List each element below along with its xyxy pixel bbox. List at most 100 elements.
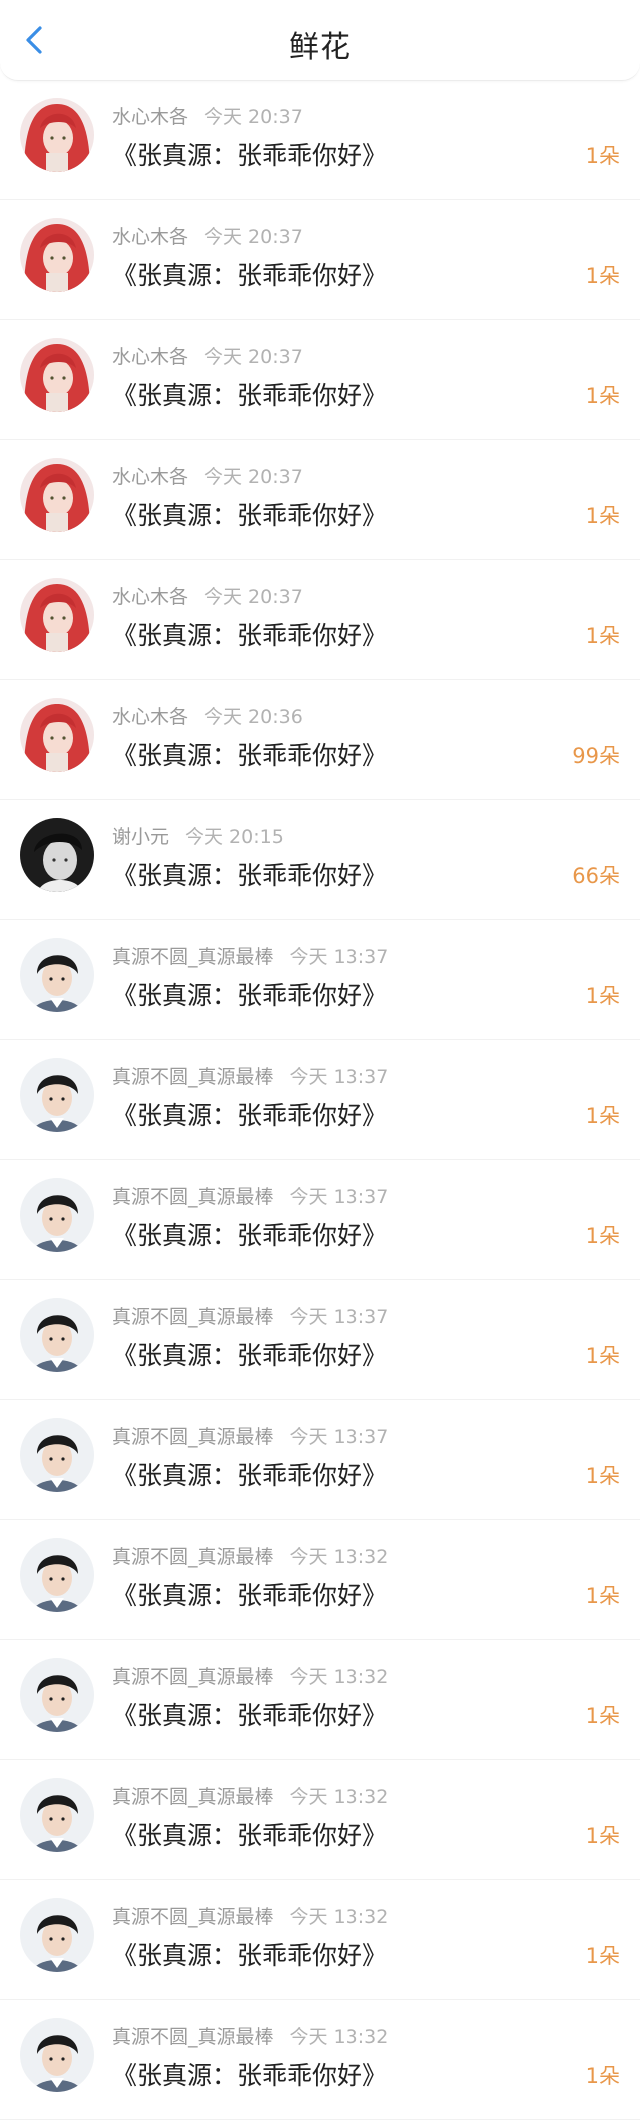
message-text: 《张真源：张乖乖你好》: [112, 1821, 388, 1850]
list-item[interactable]: 真源不圆_真源最棒 今天 13:37 《张真源：张乖乖你好》 1朵: [0, 1040, 640, 1160]
sender-meta: 真源不圆_真源最棒 今天 13:32: [112, 2022, 388, 2049]
list-item[interactable]: 真源不圆_真源最棒 今天 13:37 《张真源：张乖乖你好》 1朵: [0, 920, 640, 1040]
avatar[interactable]: [20, 218, 94, 292]
list-item[interactable]: 真源不圆_真源最棒 今天 13:32 《张真源：张乖乖你好》 1朵: [0, 1640, 640, 1760]
avatar[interactable]: [20, 338, 94, 412]
sender-name[interactable]: 水心木各: [112, 586, 188, 608]
sender-name[interactable]: 真源不圆_真源最棒: [112, 1546, 274, 1568]
timestamp: 今天 13:32: [289, 1546, 389, 1568]
flower-count: 1朵: [585, 1944, 620, 1968]
sender-name[interactable]: 水心木各: [112, 346, 188, 368]
flower-count: 1朵: [585, 1224, 620, 1248]
sender-meta: 水心木各 今天 20:37: [112, 462, 303, 489]
timestamp: 今天 13:32: [289, 1666, 389, 1688]
flower-count: 1朵: [585, 624, 620, 648]
list-item[interactable]: 水心木各 今天 20:37 《张真源：张乖乖你好》 1朵: [0, 440, 640, 560]
avatar[interactable]: [20, 1298, 94, 1372]
sender-meta: 水心木各 今天 20:37: [112, 222, 303, 249]
avatar[interactable]: [20, 458, 94, 532]
flower-count: 1朵: [585, 1704, 620, 1728]
avatar[interactable]: [20, 1538, 94, 1612]
sender-name[interactable]: 真源不圆_真源最棒: [112, 2026, 274, 2048]
message-text: 《张真源：张乖乖你好》: [112, 1581, 388, 1610]
list-item[interactable]: 真源不圆_真源最棒 今天 13:32 《张真源：张乖乖你好》 1朵: [0, 2000, 640, 2120]
message-text: 《张真源：张乖乖你好》: [112, 1701, 388, 1730]
timestamp: 今天 13:37: [289, 1186, 389, 1208]
sender-meta: 真源不圆_真源最棒 今天 13:37: [112, 1182, 388, 1209]
avatar[interactable]: [20, 938, 94, 1012]
sender-name[interactable]: 真源不圆_真源最棒: [112, 1306, 274, 1328]
avatar[interactable]: [20, 818, 94, 892]
flower-count: 1朵: [585, 1104, 620, 1128]
sender-name[interactable]: 水心木各: [112, 226, 188, 248]
timestamp: 今天 20:36: [204, 706, 303, 728]
avatar[interactable]: [20, 1658, 94, 1732]
timestamp: 今天 20:37: [204, 106, 303, 128]
message-text: 《张真源：张乖乖你好》: [112, 741, 388, 770]
message-text: 《张真源：张乖乖你好》: [112, 1341, 388, 1370]
list-item[interactable]: 水心木各 今天 20:37 《张真源：张乖乖你好》 1朵: [0, 560, 640, 680]
list-item[interactable]: 真源不圆_真源最棒 今天 13:32 《张真源：张乖乖你好》 1朵: [0, 1760, 640, 1880]
avatar[interactable]: [20, 578, 94, 652]
sender-name[interactable]: 真源不圆_真源最棒: [112, 1906, 274, 1928]
timestamp: 今天 13:37: [289, 1066, 389, 1088]
flower-count: 1朵: [585, 984, 620, 1008]
message-text: 《张真源：张乖乖你好》: [112, 261, 388, 290]
timestamp: 今天 13:32: [289, 2026, 389, 2048]
avatar[interactable]: [20, 2018, 94, 2092]
flower-count: 1朵: [585, 264, 620, 288]
flower-gift-list: 水心木各 今天 20:37 《张真源：张乖乖你好》 1朵 水心木各 今天 20:37 《张真…: [0, 80, 640, 2120]
list-item[interactable]: 谢小元 今天 20:15 《张真源：张乖乖你好》 66朵: [0, 800, 640, 920]
list-item[interactable]: 真源不圆_真源最棒 今天 13:32 《张真源：张乖乖你好》 1朵: [0, 1520, 640, 1640]
list-item[interactable]: 真源不圆_真源最棒 今天 13:37 《张真源：张乖乖你好》 1朵: [0, 1280, 640, 1400]
list-item[interactable]: 水心木各 今天 20:37 《张真源：张乖乖你好》 1朵: [0, 200, 640, 320]
sender-name[interactable]: 真源不圆_真源最棒: [112, 1666, 274, 1688]
sender-name[interactable]: 谢小元: [112, 826, 169, 848]
sender-meta: 真源不圆_真源最棒 今天 13:32: [112, 1782, 388, 1809]
message-text: 《张真源：张乖乖你好》: [112, 1101, 388, 1130]
sender-name[interactable]: 水心木各: [112, 106, 188, 128]
avatar[interactable]: [20, 698, 94, 772]
message-text: 《张真源：张乖乖你好》: [112, 1221, 388, 1250]
sender-name[interactable]: 真源不圆_真源最棒: [112, 946, 274, 968]
sender-name[interactable]: 水心木各: [112, 466, 188, 488]
timestamp: 今天 13:37: [289, 1426, 389, 1448]
avatar[interactable]: [20, 98, 94, 172]
message-text: 《张真源：张乖乖你好》: [112, 981, 388, 1010]
list-item[interactable]: 真源不圆_真源最棒 今天 13:32 《张真源：张乖乖你好》 1朵: [0, 1880, 640, 2000]
message-text: 《张真源：张乖乖你好》: [112, 1461, 388, 1490]
avatar[interactable]: [20, 1898, 94, 1972]
message-text: 《张真源：张乖乖你好》: [112, 621, 388, 650]
avatar[interactable]: [20, 1058, 94, 1132]
list-item[interactable]: 水心木各 今天 20:37 《张真源：张乖乖你好》 1朵: [0, 320, 640, 440]
sender-name[interactable]: 水心木各: [112, 706, 188, 728]
list-item[interactable]: 水心木各 今天 20:37 《张真源：张乖乖你好》 1朵: [0, 80, 640, 200]
timestamp: 今天 20:37: [204, 346, 303, 368]
sender-meta: 谢小元 今天 20:15: [112, 822, 284, 849]
flower-count: 66朵: [572, 864, 620, 888]
sender-name[interactable]: 真源不圆_真源最棒: [112, 1786, 274, 1808]
flower-count: 99朵: [572, 744, 620, 768]
sender-name[interactable]: 真源不圆_真源最棒: [112, 1186, 274, 1208]
sender-name[interactable]: 真源不圆_真源最棒: [112, 1066, 274, 1088]
timestamp: 今天 20:15: [185, 826, 284, 848]
timestamp: 今天 13:37: [289, 1306, 389, 1328]
message-text: 《张真源：张乖乖你好》: [112, 141, 388, 170]
timestamp: 今天 13:32: [289, 1906, 389, 1928]
sender-meta: 真源不圆_真源最棒 今天 13:32: [112, 1902, 388, 1929]
sender-name[interactable]: 真源不圆_真源最棒: [112, 1426, 274, 1448]
sender-meta: 真源不圆_真源最棒 今天 13:37: [112, 1302, 388, 1329]
flower-count: 1朵: [585, 144, 620, 168]
sender-meta: 水心木各 今天 20:37: [112, 102, 303, 129]
list-item[interactable]: 水心木各 今天 20:36 《张真源：张乖乖你好》 99朵: [0, 680, 640, 800]
message-text: 《张真源：张乖乖你好》: [112, 501, 388, 530]
avatar[interactable]: [20, 1178, 94, 1252]
flower-count: 1朵: [585, 1824, 620, 1848]
avatar[interactable]: [20, 1418, 94, 1492]
sender-meta: 真源不圆_真源最棒 今天 13:37: [112, 1422, 388, 1449]
top-navigation-bar: 鲜花: [0, 0, 640, 81]
list-item[interactable]: 真源不圆_真源最棒 今天 13:37 《张真源：张乖乖你好》 1朵: [0, 1160, 640, 1280]
page-title: 鲜花: [289, 30, 351, 65]
avatar[interactable]: [20, 1778, 94, 1852]
list-item[interactable]: 真源不圆_真源最棒 今天 13:37 《张真源：张乖乖你好》 1朵: [0, 1400, 640, 1520]
